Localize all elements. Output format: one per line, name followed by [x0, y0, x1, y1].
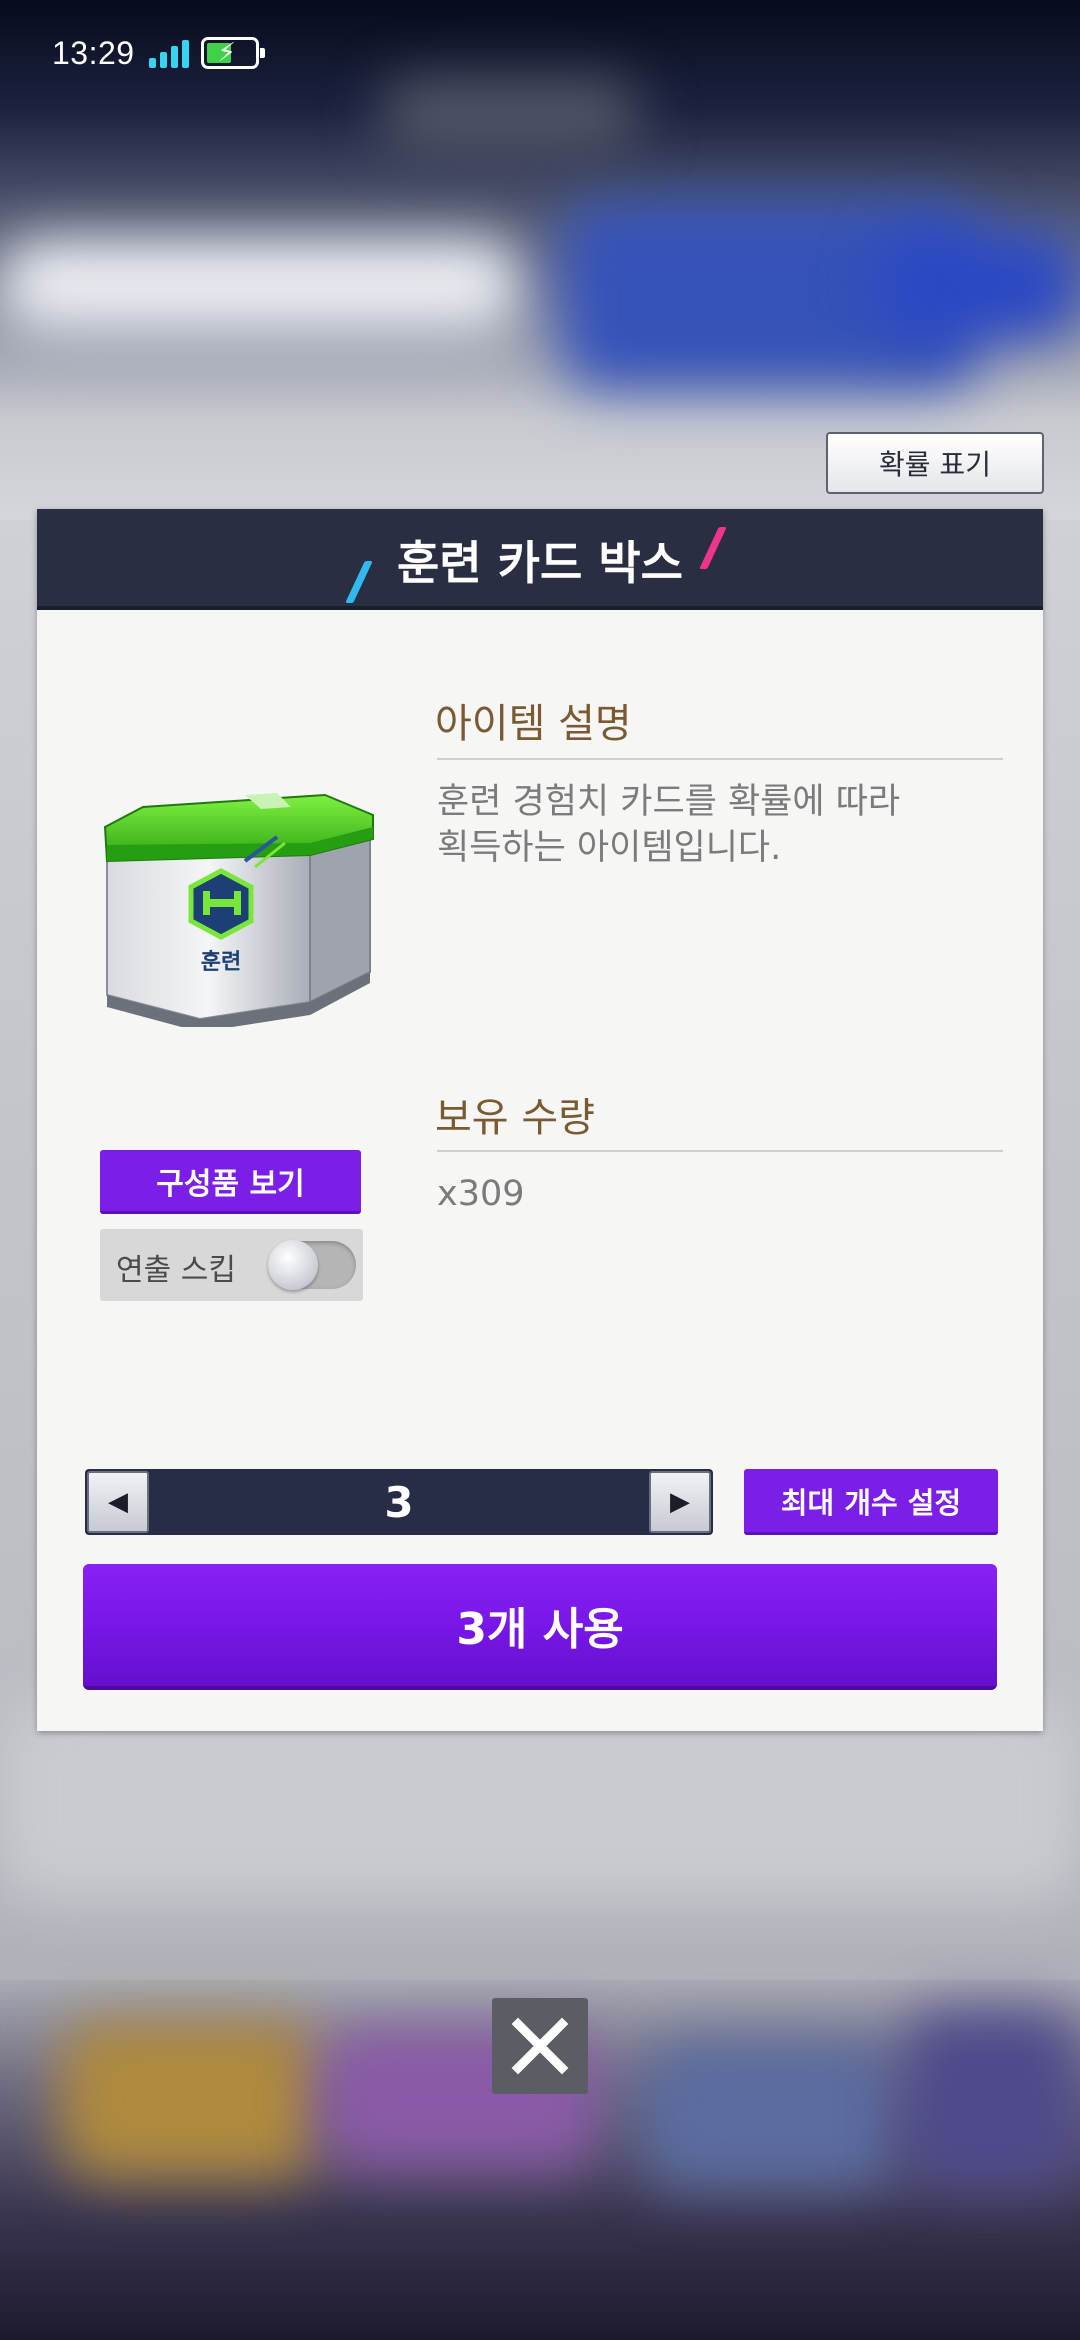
training-card-box-image: 훈련: [95, 757, 385, 1032]
view-components-button[interactable]: 구성품 보기: [100, 1150, 361, 1214]
triangle-right-icon: ▶: [670, 1487, 690, 1517]
quantity-value: 3: [384, 1477, 414, 1527]
use-items-button[interactable]: 3개 사용: [83, 1564, 997, 1690]
description-divider: [437, 758, 1003, 760]
toggle-knob: [268, 1240, 318, 1290]
close-button[interactable]: [492, 1998, 588, 2094]
status-bar: 13:29 ⚡: [52, 28, 265, 78]
set-max-quantity-button[interactable]: 최대 개수 설정: [744, 1469, 998, 1535]
item-dialog: 훈련 카드 박스 훈련 아이템 설명 훈련 경험치 카드를 확률에 따라 획득하…: [37, 509, 1043, 1731]
owned-divider: [437, 1150, 1003, 1152]
owned-quantity-heading: 보유 수량: [435, 1095, 595, 1141]
status-time: 13:29: [52, 34, 135, 71]
probability-button[interactable]: 확률 표기: [826, 432, 1044, 494]
quantity-stepper: ◀ 3 ▶: [85, 1469, 713, 1535]
battery-charging-icon: ⚡: [200, 37, 265, 69]
dialog-title: 훈련 카드 박스: [397, 535, 683, 590]
decrease-button[interactable]: ◀: [87, 1471, 149, 1533]
increase-button[interactable]: ▶: [649, 1471, 711, 1533]
triangle-left-icon: ◀: [108, 1487, 128, 1517]
owned-quantity-value: x309: [437, 1174, 525, 1214]
signal-icon: [148, 38, 189, 68]
skip-animation-label: 연출 스킵: [116, 1253, 236, 1288]
description-line-1: 훈련 경험치 카드를 확률에 따라: [437, 782, 901, 822]
description-line-2: 획득하는 아이템입니다.: [437, 828, 782, 868]
skip-animation-toggle[interactable]: [268, 1240, 356, 1290]
skip-animation-panel: 연출 스킵: [100, 1229, 363, 1301]
box-label: 훈련: [201, 950, 241, 975]
close-icon: [511, 2017, 569, 2075]
description-heading: 아이템 설명: [435, 701, 632, 747]
